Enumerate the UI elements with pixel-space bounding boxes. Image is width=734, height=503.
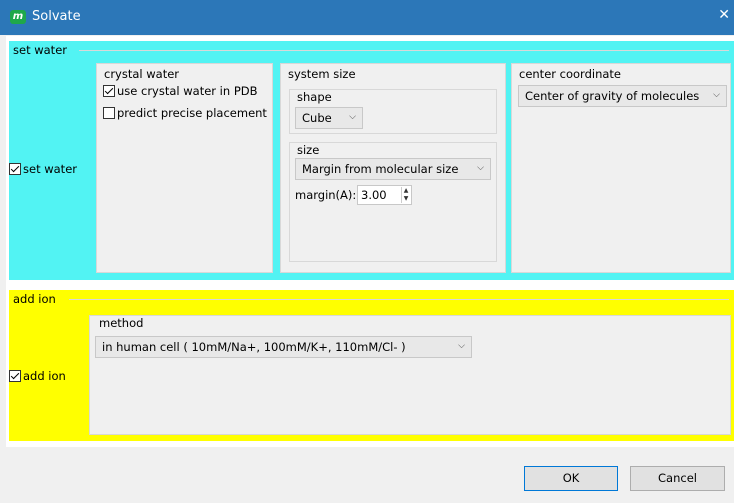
crystal-water-group: crystal water use crystal water in PDB p… (96, 63, 273, 273)
chevron-down-icon: ⌵ (713, 90, 720, 100)
set-water-checkbox-label: set water (23, 162, 77, 176)
divider (79, 50, 729, 51)
method-select[interactable]: in human cell ( 10mM/Na+, 100mM/K+, 110m… (95, 336, 472, 358)
margin-spinbox[interactable]: 3.00 ▲ ▼ (357, 185, 412, 205)
use-crystal-water-checkbox[interactable]: use crystal water in PDB (103, 84, 258, 98)
window-title: Solvate (32, 9, 81, 24)
chevron-down-icon: ⌵ (477, 163, 484, 173)
predict-placement-checkbox[interactable]: predict precise placement (103, 106, 267, 120)
checkbox-checked-icon (9, 370, 21, 382)
chevron-down-icon: ⌵ (349, 112, 356, 122)
set-water-legend: set water (13, 43, 67, 57)
app-icon: m (10, 10, 26, 24)
add-ion-legend: add ion (13, 292, 56, 306)
margin-value: 3.00 (361, 188, 387, 202)
size-group: size Margin from molecular size ⌵ margin… (289, 142, 497, 262)
set-water-section: set water set water crystal water use cr… (9, 41, 734, 280)
shape-select[interactable]: Cube ⌵ (295, 107, 363, 129)
down-arrow-icon[interactable]: ▼ (402, 195, 410, 203)
system-size-title: system size (288, 67, 356, 81)
size-value: Margin from molecular size (302, 162, 459, 176)
shape-title: shape (297, 90, 332, 104)
add-ion-section: add ion add ion method in human cell ( 1… (9, 290, 734, 441)
set-water-checkbox[interactable]: set water (9, 162, 77, 176)
add-ion-checkbox-label: add ion (23, 369, 66, 383)
margin-label: margin(A): (295, 188, 357, 202)
predict-placement-label: predict precise placement (117, 106, 267, 120)
method-value: in human cell ( 10mM/Na+, 100mM/K+, 110m… (102, 340, 406, 354)
center-coordinate-title: center coordinate (519, 67, 621, 81)
close-icon[interactable]: ✕ (718, 7, 730, 23)
system-size-group: system size shape Cube ⌵ size Margin fro… (280, 63, 506, 273)
chevron-down-icon: ⌵ (458, 341, 465, 351)
cancel-button[interactable]: Cancel (630, 466, 725, 491)
divider (69, 299, 729, 300)
spin-buttons[interactable]: ▲ ▼ (401, 187, 410, 203)
checkbox-unchecked-icon (103, 107, 115, 119)
center-coordinate-select[interactable]: Center of gravity of molecules ⌵ (518, 85, 727, 107)
center-coordinate-group: center coordinate Center of gravity of m… (511, 63, 731, 273)
method-group: method in human cell ( 10mM/Na+, 100mM/K… (89, 315, 731, 435)
up-arrow-icon[interactable]: ▲ (402, 187, 410, 195)
shape-value: Cube (302, 111, 332, 125)
shape-group: shape Cube ⌵ (289, 89, 497, 134)
use-crystal-water-label: use crystal water in PDB (117, 84, 258, 98)
crystal-water-title: crystal water (104, 67, 180, 81)
center-coordinate-value: Center of gravity of molecules (525, 89, 700, 103)
size-select[interactable]: Margin from molecular size ⌵ (295, 158, 491, 180)
title-bar: m Solvate ✕ (0, 0, 734, 35)
add-ion-checkbox[interactable]: add ion (9, 369, 66, 383)
method-title: method (99, 316, 144, 330)
checkbox-checked-icon (9, 163, 21, 175)
size-title: size (297, 143, 320, 157)
ok-button[interactable]: OK (524, 466, 618, 491)
checkbox-checked-icon (103, 85, 115, 97)
